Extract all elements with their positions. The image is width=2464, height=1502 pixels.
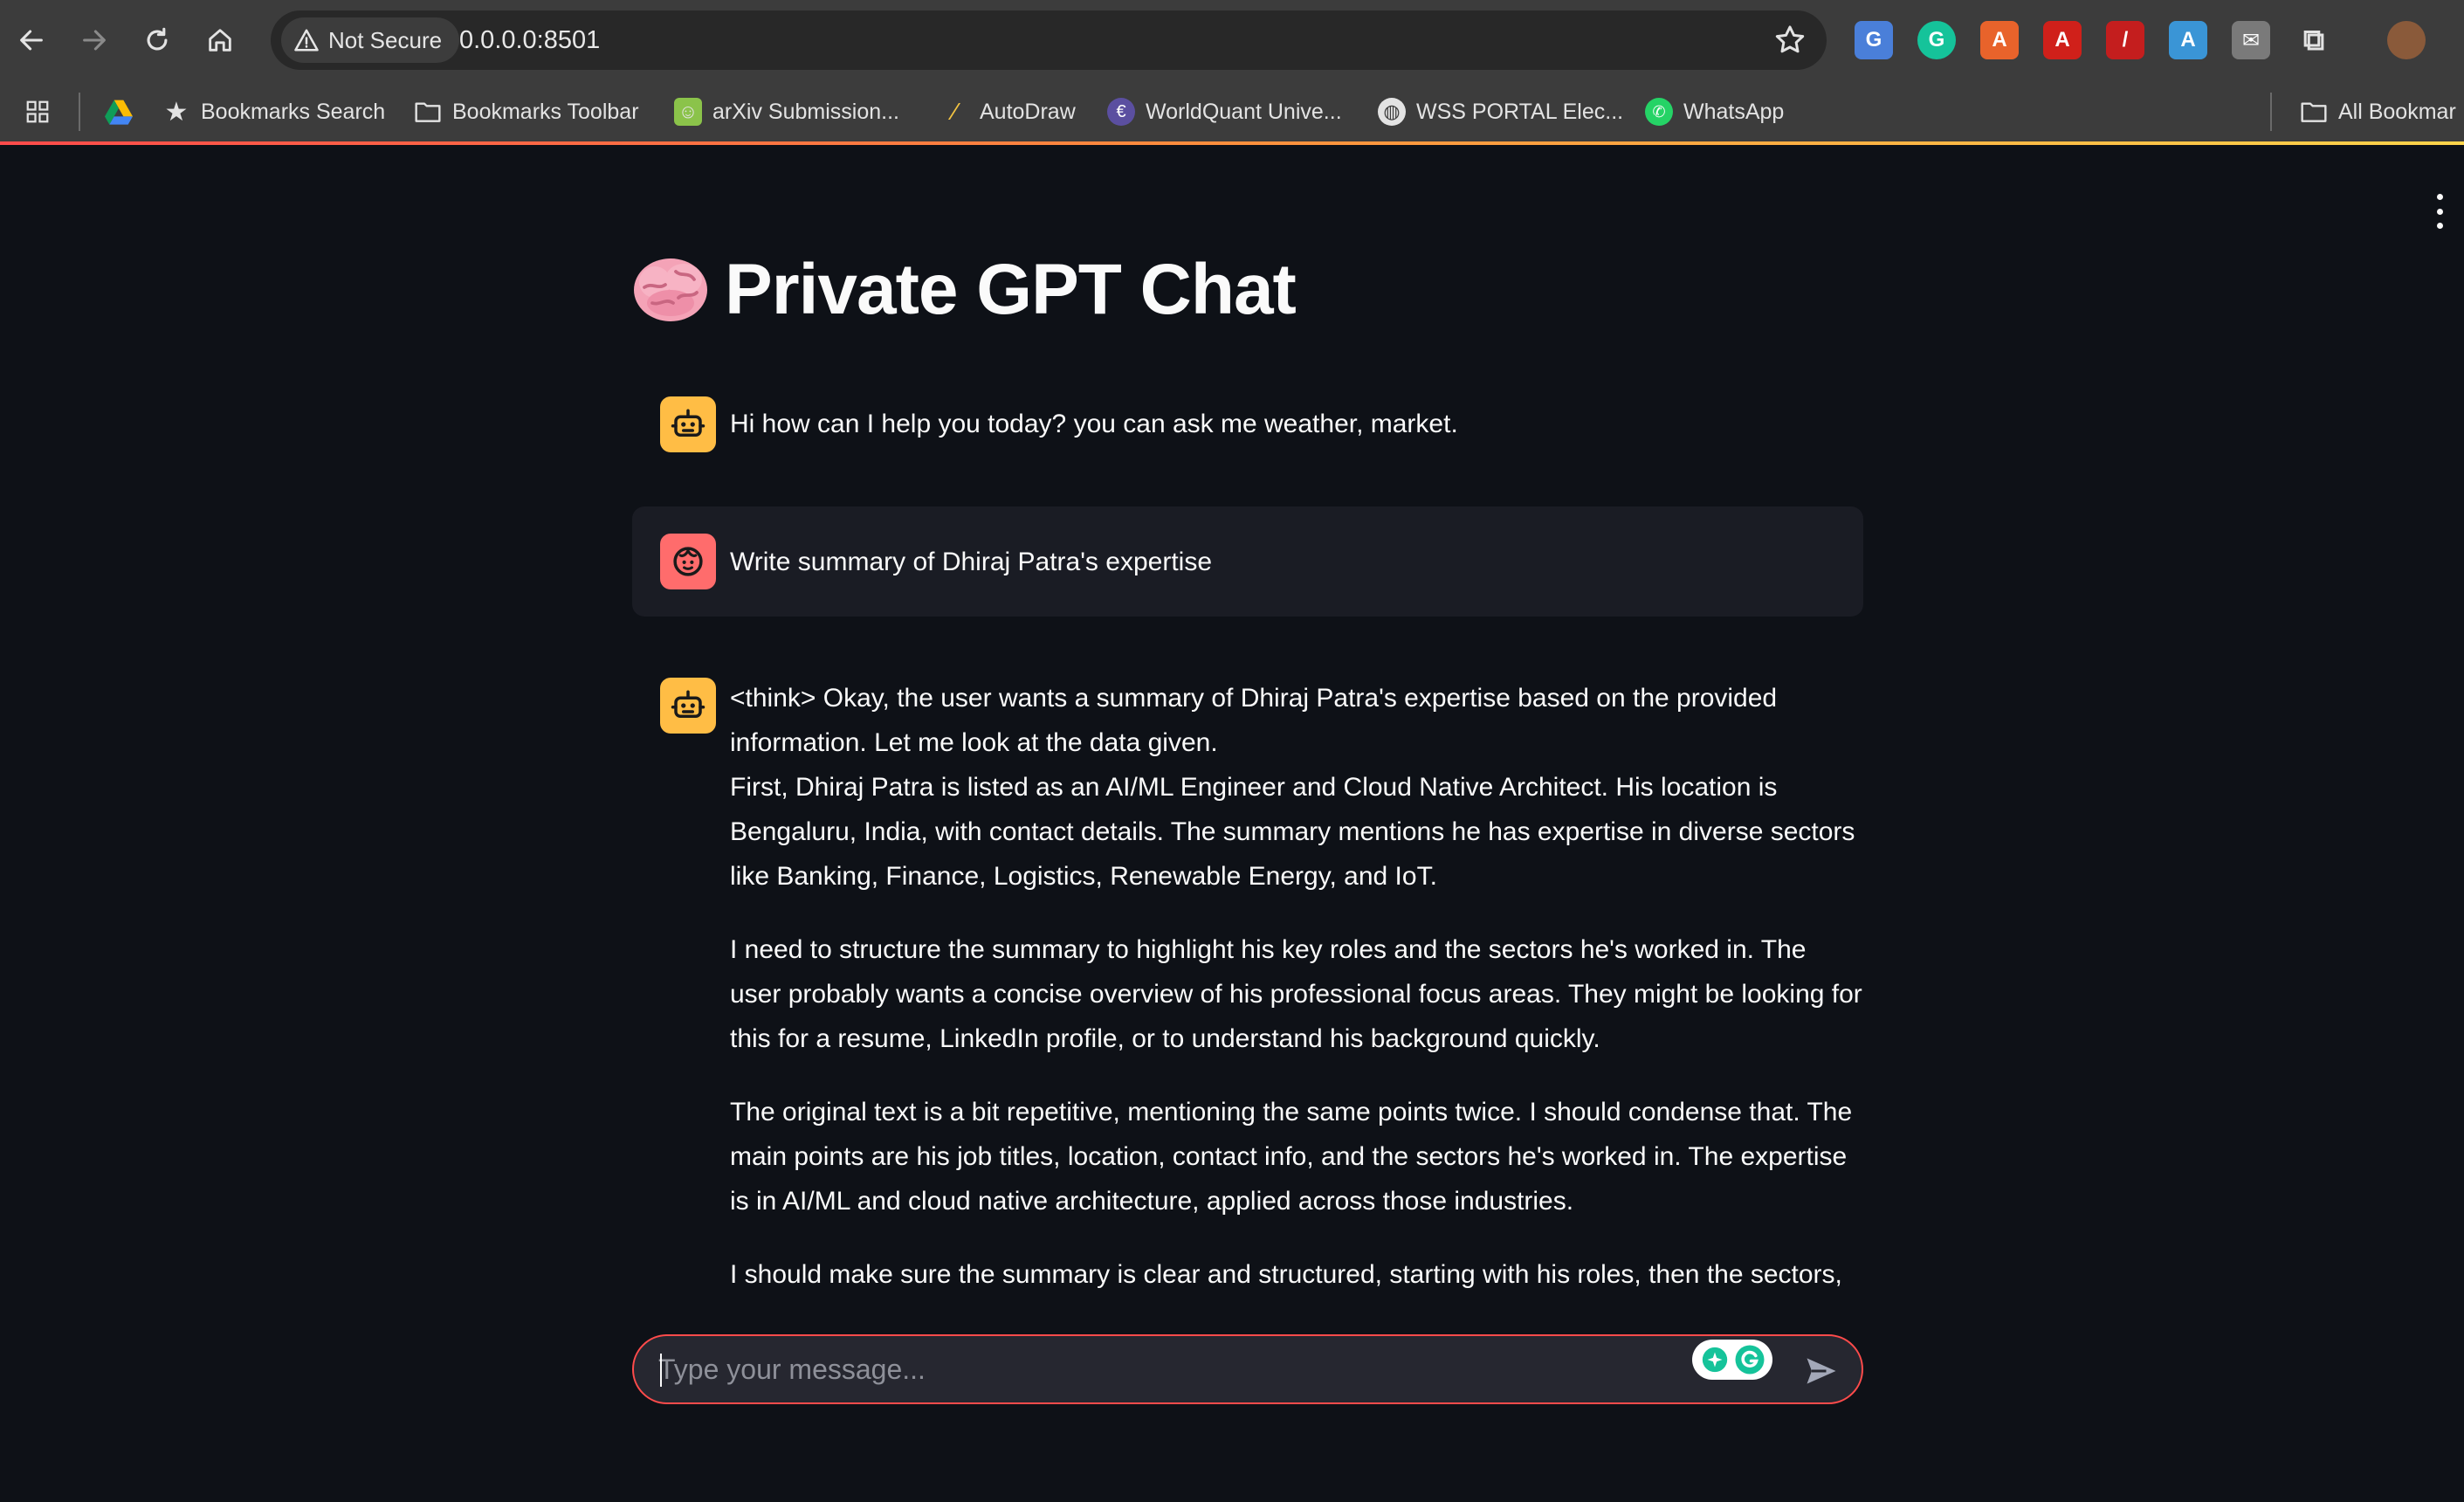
message-paragraph: The original text is a bit repetitive, m…: [730, 1098, 1853, 1216]
arxiv-icon: ☺: [674, 98, 702, 126]
bookmark-label: Bookmarks Toolbar: [452, 99, 639, 124]
user-face-icon: [673, 547, 703, 576]
bookmark-label: All Bookmar: [2338, 99, 2456, 124]
page-title: Private GPT Chat: [629, 248, 1297, 332]
ai-extension-icon[interactable]: A: [1980, 21, 2019, 59]
google-translate-extension-icon[interactable]: G: [1855, 21, 1893, 59]
bookmark-label: arXiv Submission...: [712, 99, 899, 124]
back-button[interactable]: [7, 16, 56, 65]
chat-input-container: [632, 1334, 1863, 1404]
all-bookmarks-button[interactable]: All Bookmar: [2300, 80, 2456, 143]
address-bar[interactable]: Not Secure 0.0.0.0:8501: [271, 10, 1827, 70]
message-body: <think> Okay, the user wants a summary o…: [730, 676, 1863, 1326]
bookmark-label: AutoDraw: [980, 99, 1076, 124]
extensions-puzzle-icon[interactable]: ⧉: [2295, 21, 2333, 59]
pen-extension-icon[interactable]: /: [2106, 21, 2144, 59]
star-icon: ★: [164, 97, 189, 127]
grammarly-icon: [1735, 1345, 1764, 1375]
message-paragraph: I need to structure the summary to highl…: [730, 935, 1862, 1053]
browser-toolbar: Not Secure 0.0.0.0:8501 G G A A / A ✉ ⧉: [0, 0, 2464, 80]
apps-grid-icon[interactable]: [24, 80, 51, 143]
folder-icon: [414, 98, 442, 126]
bookmark-item[interactable]: ★ Bookmarks Search: [162, 80, 386, 143]
chat-message-user: Write summary of Dhiraj Patra's expertis…: [632, 506, 1863, 617]
profile-avatar[interactable]: [2387, 21, 2426, 59]
chat-input[interactable]: [658, 1336, 1654, 1402]
bookmark-item[interactable]: ☺ arXiv Submission...: [674, 80, 899, 143]
url-text[interactable]: 0.0.0.0:8501: [459, 10, 600, 70]
bookmark-item[interactable]: ◍ WSS PORTAL Elec...: [1378, 80, 1623, 143]
security-indicator[interactable]: Not Secure: [281, 17, 460, 63]
page-title-text: Private GPT Chat: [725, 250, 1297, 329]
home-button[interactable]: [196, 16, 244, 65]
browser-window: Not Secure 0.0.0.0:8501 G G A A / A ✉ ⧉ …: [0, 0, 2464, 1502]
google-drive-icon: [105, 100, 133, 125]
security-label: Not Secure: [328, 26, 443, 53]
bookmark-item[interactable]: Bookmarks Toolbar: [414, 80, 639, 143]
bookmark-item[interactable]: ✆ WhatsApp: [1645, 80, 1784, 143]
arrow-left-icon: [20, 30, 43, 51]
main-menu-button[interactable]: [2427, 194, 2452, 229]
robot-icon: [671, 409, 705, 437]
message-text: Write summary of Dhiraj Patra's expertis…: [730, 548, 1212, 576]
grammarly-widget[interactable]: [1692, 1340, 1772, 1380]
arrow-right-icon: [83, 30, 106, 51]
translator-extension-icon[interactable]: A: [2169, 21, 2207, 59]
reload-icon: [147, 27, 168, 51]
bookmark-label: Bookmarks Search: [201, 99, 386, 124]
bookmark-label: WorldQuant Unive...: [1146, 99, 1342, 124]
robot-icon: [671, 690, 705, 718]
assistant-avatar: [660, 396, 716, 452]
bookmarks-divider: [2270, 93, 2272, 131]
mail-extension-icon[interactable]: ✉: [2232, 21, 2270, 59]
chat-message-assistant: Hi how can I help you today? you can ask…: [632, 389, 1863, 459]
bookmarks-bar: ★ Bookmarks Search Bookmarks Toolbar ☺ a…: [0, 80, 2464, 143]
autodraw-icon: ⁄: [953, 98, 958, 125]
bookmark-item[interactable]: ⁄ AutoDraw: [941, 80, 1076, 143]
warning-icon: [294, 29, 319, 52]
assistant-avatar: [660, 678, 716, 734]
forward-button[interactable]: [70, 16, 119, 65]
message-text: Hi how can I help you today? you can ask…: [730, 410, 1458, 438]
home-icon: [209, 29, 231, 52]
message-paragraph: First, Dhiraj Patra is listed as an AI/M…: [730, 773, 1855, 891]
bookmark-item[interactable]: € WorldQuant Unive...: [1107, 80, 1342, 143]
streamlit-app: Private GPT Chat Hi how can I help you t…: [0, 145, 2464, 1502]
reload-button[interactable]: [133, 16, 182, 65]
send-icon[interactable]: [1802, 1352, 1841, 1390]
bookmark-label: WhatsApp: [1683, 99, 1785, 124]
user-avatar: [660, 534, 716, 589]
globe-icon: ◍: [1378, 98, 1406, 126]
text-caret: [660, 1354, 662, 1387]
bookmark-star-icon[interactable]: [1772, 23, 1807, 58]
bookmark-label: WSS PORTAL Elec...: [1416, 99, 1624, 124]
bookmarks-divider: [79, 93, 80, 131]
grammarly-assist-icon: [1702, 1347, 1727, 1373]
message-paragraph: <think> Okay, the user wants a summary o…: [730, 684, 1778, 757]
grammarly-extension-icon[interactable]: G: [1917, 21, 1956, 59]
worldquant-icon: €: [1107, 98, 1135, 126]
whatsapp-icon: ✆: [1645, 98, 1673, 126]
brain-icon: [634, 258, 707, 321]
google-drive-bookmark[interactable]: [105, 80, 133, 143]
message-paragraph: I should make sure the summary is clear …: [730, 1260, 1842, 1289]
folder-icon: [2300, 98, 2328, 126]
acrobat-extension-icon[interactable]: A: [2043, 21, 2082, 59]
